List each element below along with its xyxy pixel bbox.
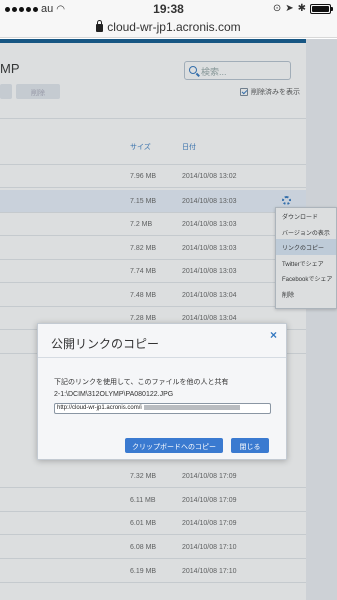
- dialog-divider: [38, 357, 286, 358]
- modal-overlay: [0, 39, 337, 600]
- rotation-lock-icon: ⊙: [272, 3, 282, 14]
- link-text: http://cloud-wr-jp1.acronis.com/i: [57, 405, 142, 412]
- dialog-title: 公開リンクのコピー: [51, 337, 160, 351]
- close-button[interactable]: 閉じる: [231, 438, 269, 453]
- status-right: ⊙ ➤ ✱: [272, 3, 333, 14]
- battery-icon: [310, 3, 333, 14]
- status-bar: au ◠ 19:38 ⊙ ➤ ✱: [0, 0, 337, 20]
- dialog-message: 下記のリンクを使用して、このファイルを他の人と共有: [54, 379, 229, 386]
- url-text: cloud-wr-jp1.acronis.com: [107, 20, 241, 34]
- address-bar[interactable]: cloud-wr-jp1.acronis.com: [0, 20, 337, 38]
- copy-link-dialog: 公開リンクのコピー × 下記のリンクを使用して、このファイルを他の人と共有 2-…: [37, 323, 287, 460]
- redacted-link-part: [143, 405, 240, 410]
- bluetooth-icon: ✱: [297, 3, 306, 14]
- location-icon: ➤: [285, 3, 294, 14]
- file-path: 2-1:\DCIM\312OLYMP\PA080122.JPG: [54, 391, 174, 398]
- link-field[interactable]: http://cloud-wr-jp1.acronis.com/i: [54, 403, 271, 414]
- copy-to-clipboard-button[interactable]: クリップボードへのコピー: [125, 438, 223, 453]
- lock-icon: [96, 20, 104, 32]
- close-icon[interactable]: ×: [270, 328, 277, 342]
